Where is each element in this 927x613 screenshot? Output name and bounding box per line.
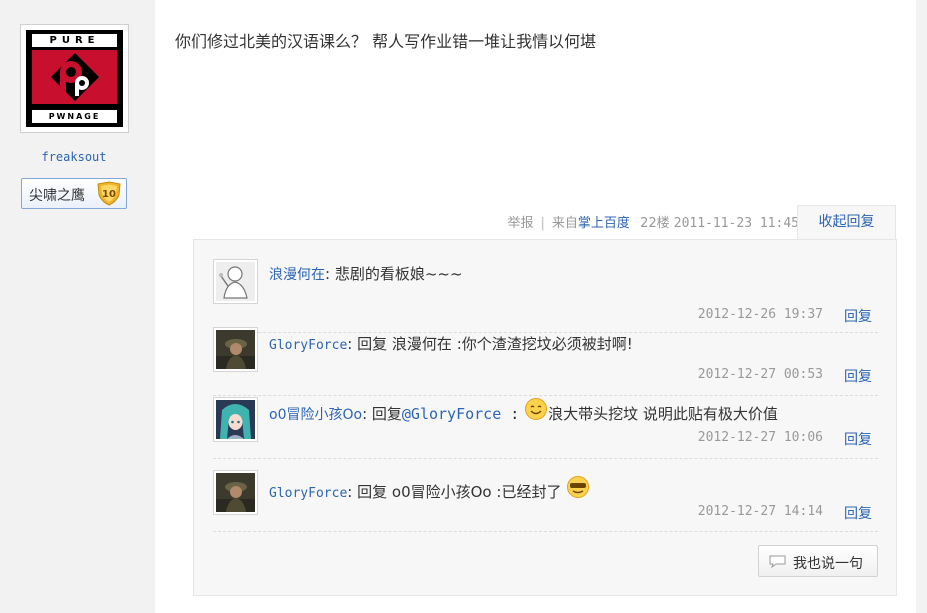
reply-item: 浪漫何在: 悲剧的看板娘~~~ 2012-12-26 19:37 回复 — [213, 259, 878, 333]
reply-item: GloryForce: 回复 浪漫何在 :你个渣渣挖坟必须被封啊! 2012-1… — [213, 327, 878, 396]
post-meta: 举报 | 来自掌上百度 22楼 2011-11-23 11:45 — [507, 216, 800, 231]
reply-mention[interactable]: 浪漫何在 — [392, 335, 452, 353]
reply-time: 2012-12-27 14:14 — [697, 504, 823, 519]
reply-text: 浪大带头挖坟 说明此贴有极大价值 — [548, 405, 778, 423]
reply-item: o0冒险小孩Oo: 回复@GloryForce : 浪大带头挖坟 说明此贴有极大… — [213, 397, 878, 459]
reply-username[interactable]: GloryForce — [269, 486, 347, 501]
smile-emoji-icon — [525, 398, 548, 420]
floor-number: 22楼 — [640, 216, 670, 231]
reply-username[interactable]: 浪漫何在 — [269, 267, 325, 283]
reply-time: 2012-12-26 19:37 — [697, 307, 823, 322]
level-badge[interactable]: 尖啸之鹰 10 — [21, 178, 127, 209]
reply-mention[interactable]: o0冒险小孩Oo — [392, 483, 492, 501]
reply-text: 悲剧的看板娘~~~ — [334, 265, 463, 283]
logo-text-bottom: PWNAGE — [32, 110, 117, 123]
reply-prefix: 回复 — [357, 483, 388, 501]
reply-text: :你个渣渣挖坟必须被封啊! — [451, 335, 633, 353]
post-reply-button[interactable]: 我也说一句 — [758, 545, 878, 577]
level-shield-icon: 10 — [97, 181, 121, 206]
reply-button[interactable]: 回复 — [844, 503, 872, 523]
reply-avatar[interactable] — [213, 259, 258, 304]
anime-girl-avatar-icon — [216, 400, 255, 439]
reply-avatar[interactable] — [213, 327, 258, 372]
soldier-avatar-icon — [216, 473, 255, 512]
level-number: 10 — [102, 189, 116, 200]
post-timestamp: 2011-11-23 11:45 — [673, 216, 799, 231]
speech-bubble-icon — [769, 555, 786, 568]
reply-button[interactable]: 回复 — [844, 306, 872, 326]
level-title: 尖啸之鹰 — [29, 188, 85, 204]
reply-mention[interactable]: @GloryForce — [402, 405, 501, 423]
soldier-avatar-icon — [216, 330, 255, 369]
reply-username[interactable]: o0冒险小孩Oo — [269, 407, 362, 423]
author-sidebar: PURE PWNAGE freaksout 尖啸之鹰 10 — [0, 0, 155, 613]
collapse-replies-button[interactable]: 收起回复 — [797, 205, 896, 241]
reply-prefix: 回复 — [371, 405, 402, 423]
reply-time: 2012-12-27 10:06 — [697, 430, 823, 445]
pp-logo-mark-icon — [50, 52, 100, 102]
reply-prefix: 回复 — [357, 335, 388, 353]
sketch-figure-avatar-icon — [216, 262, 255, 301]
post-reply-label: 我也说一句 — [793, 556, 863, 572]
reply-button[interactable]: 回复 — [844, 366, 872, 386]
source-link[interactable]: 掌上百度 — [578, 216, 630, 231]
reply-time: 2012-12-27 00:53 — [697, 367, 823, 382]
cool-emoji-icon — [567, 476, 590, 498]
reply-avatar[interactable] — [213, 470, 258, 515]
pure-pwnage-logo: PURE PWNAGE — [26, 30, 123, 127]
reply-username[interactable]: GloryForce — [269, 338, 347, 353]
reply-list: 浪漫何在: 悲剧的看板娘~~~ 2012-12-26 19:37 回复 Glor… — [193, 239, 897, 596]
reply-button[interactable]: 回复 — [844, 429, 872, 449]
reply-avatar[interactable] — [213, 397, 258, 442]
reply-text: :已经封了 — [491, 483, 562, 501]
logo-text-top: PURE — [32, 34, 117, 47]
post-content: 你们修过北美的汉语课么？ 帮人写作业错一堆让我情以何堪 — [175, 32, 597, 51]
author-avatar[interactable]: PURE PWNAGE — [20, 24, 129, 133]
reply-item: GloryForce: 回复 o0冒险小孩Oo :已经封了 2012-12-27… — [213, 470, 878, 532]
report-link[interactable]: 举报 — [508, 216, 534, 231]
source-prefix: 来自 — [551, 216, 578, 231]
author-username[interactable]: freaksout — [0, 150, 148, 164]
